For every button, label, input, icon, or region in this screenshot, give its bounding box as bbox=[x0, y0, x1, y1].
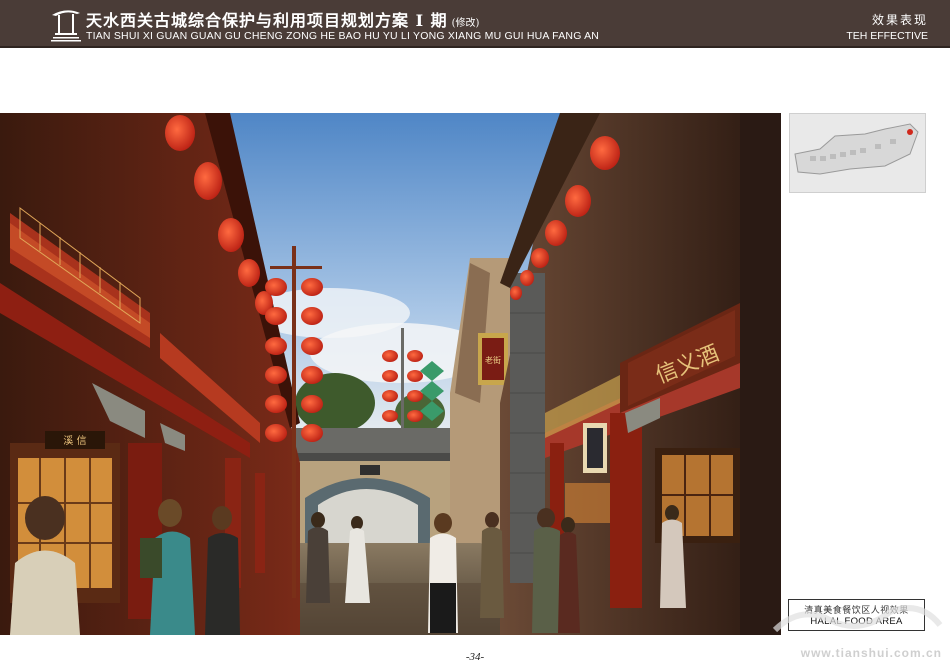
street-rendering-image: 老街 溪 信 信义酒 bbox=[0, 113, 781, 635]
project-title-text: 天水西关古城综合保护与利用项目规划方案 I 期 bbox=[86, 11, 448, 30]
project-title-pinyin: TIAN SHUI XI GUAN GUAN GU CHENG ZONG HE … bbox=[86, 30, 600, 42]
project-title: 天水西关古城综合保护与利用项目规划方案 I 期 (修改) bbox=[86, 7, 479, 31]
section-title-cn: 效果表现 bbox=[871, 13, 928, 27]
site-key-plan bbox=[789, 113, 926, 193]
watermark-logo-icon bbox=[772, 605, 943, 633]
header-bar: 天水西关古城综合保护与利用项目规划方案 I 期 (修改) TIAN SHUI XI… bbox=[0, 0, 950, 46]
title-revision-note: (修改) bbox=[451, 18, 480, 29]
left-shop-sign-text: 溪 信 bbox=[63, 435, 86, 447]
banner-sign-text: 老街 bbox=[485, 355, 501, 365]
header-divider bbox=[0, 46, 950, 48]
page-number: -34- bbox=[465, 651, 485, 663]
section-title-en: TEH EFFECTIVE bbox=[846, 30, 928, 42]
view-position-marker bbox=[907, 129, 913, 135]
pavilion-logo-icon bbox=[51, 10, 81, 42]
